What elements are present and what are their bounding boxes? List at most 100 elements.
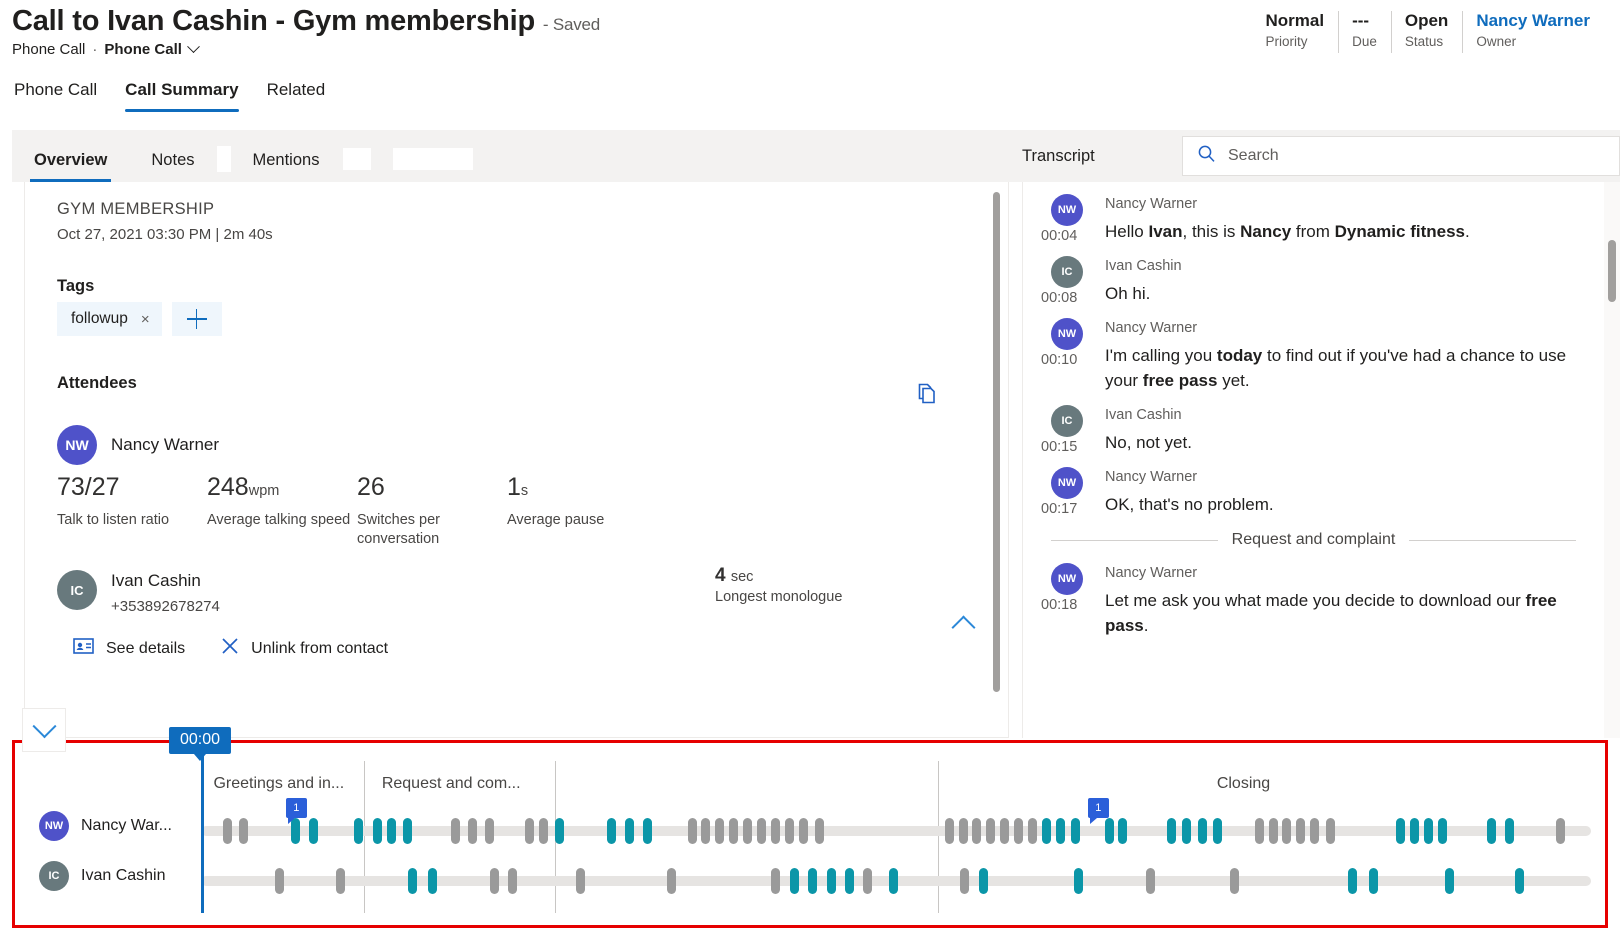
transcript-label: Transcript xyxy=(1022,147,1182,166)
stat-label: Talk to listen ratio xyxy=(57,511,207,530)
owner-label: Owner xyxy=(1476,32,1590,51)
transcript-speaker: Nancy Warner xyxy=(1105,467,1576,487)
attendees-heading: Attendees xyxy=(57,374,137,393)
transcript-entry[interactable]: NW00:10Nancy WarnerI'm calling you today… xyxy=(1023,306,1620,393)
transcript-speaker: Ivan Cashin xyxy=(1105,256,1576,276)
timeline-tick xyxy=(845,868,854,894)
timeline-tick xyxy=(451,818,460,844)
timeline-speaker-label: Ivan Cashin xyxy=(81,867,166,885)
timeline-tick xyxy=(539,818,548,844)
transcript-highlight: Dynamic fitness xyxy=(1335,222,1465,241)
priority-label: Priority xyxy=(1266,32,1325,51)
transcript-text: OK, that's no problem. xyxy=(1105,492,1576,517)
longest-monologue-stat: 4 sec Longest monologue xyxy=(715,564,842,605)
timeline-tick xyxy=(771,868,780,894)
transcript-entry[interactable]: NW00:17Nancy WarnerOK, that's no problem… xyxy=(1023,455,1620,517)
stat-unit: wpm xyxy=(249,483,280,499)
timeline-tick xyxy=(1118,818,1127,844)
avatar: IC xyxy=(39,861,69,891)
transcript-entry[interactable]: NW00:04Nancy WarnerHello Ivan, this is N… xyxy=(1023,182,1620,244)
close-icon[interactable]: × xyxy=(141,312,150,327)
timeline-tick xyxy=(403,818,412,844)
call-datetime-duration: Oct 27, 2021 03:30 PM | 2m 40s xyxy=(57,226,273,243)
chevron-down-icon xyxy=(32,714,56,738)
stat-label: Average pause xyxy=(507,511,657,530)
timeline-tick xyxy=(373,818,382,844)
tags-heading: Tags xyxy=(57,277,94,296)
timeline-track[interactable] xyxy=(201,826,1591,836)
stat-switches-per-conversation: 26 Switches per conversation xyxy=(357,472,507,549)
timeline-playhead[interactable]: 00:00 xyxy=(201,755,204,913)
timeline-tick xyxy=(1310,818,1319,844)
overview-pane: Overview Notes Mentions GYM MEMBERSHIP O… xyxy=(12,130,1022,738)
redaction-box-1 xyxy=(217,146,231,172)
timeline-tick xyxy=(1424,818,1433,844)
timeline-speaker-ivan-cashin: IC Ivan Cashin xyxy=(39,861,166,891)
status-value: Open xyxy=(1405,9,1448,32)
tab-mentions[interactable]: Mentions xyxy=(231,151,342,182)
primary-tab-label: Related xyxy=(267,80,326,99)
avatar: NW xyxy=(1051,318,1083,350)
tab-notes[interactable]: Notes xyxy=(129,151,216,182)
timeline-tick xyxy=(1014,818,1023,844)
transcript-entry[interactable]: IC00:08Ivan CashinOh hi. xyxy=(1023,244,1620,306)
transcript-speaker: Nancy Warner xyxy=(1105,318,1576,338)
timeline-collapse-button[interactable] xyxy=(22,708,66,752)
transcript-plain: OK, that's no problem. xyxy=(1105,495,1274,514)
timeline-tick xyxy=(1515,868,1524,894)
timeline-segment-label: Closing xyxy=(1217,775,1270,793)
stat-value: 26 xyxy=(357,473,385,501)
overview-scrollbar-thumb[interactable] xyxy=(993,192,1000,692)
timeline-tick xyxy=(428,868,437,894)
timeline-tick xyxy=(1410,818,1419,844)
timeline-playhead-time: 00:00 xyxy=(169,727,231,754)
transcript-plain: No, not yet. xyxy=(1105,433,1192,452)
stat-value: 1 xyxy=(507,473,521,501)
transcript-scrollbar-track[interactable] xyxy=(1604,182,1620,738)
chevron-down-icon[interactable] xyxy=(187,40,200,53)
tag-chip[interactable]: followup × xyxy=(57,302,162,336)
page-title-text: Call to Ivan Cashin - Gym membership xyxy=(12,5,535,37)
timeline-speaker-label: Nancy War... xyxy=(81,817,172,835)
see-details-button[interactable]: See details xyxy=(73,638,185,659)
transcript-plain: from xyxy=(1291,222,1334,241)
timeline-segment-label: Request and com... xyxy=(382,775,521,793)
search-icon xyxy=(1197,144,1216,168)
timeline-tick xyxy=(715,818,724,844)
timeline-mention-badge[interactable]: 1 xyxy=(1088,798,1109,818)
tab-overview[interactable]: Overview xyxy=(12,151,129,182)
transcript-scrollbar-thumb[interactable] xyxy=(1608,240,1616,302)
copy-icon[interactable] xyxy=(915,382,939,411)
transcript-plain: . xyxy=(1465,222,1470,241)
timeline-tick xyxy=(1042,818,1051,844)
add-tag-button[interactable] xyxy=(172,302,222,336)
transcript-entry[interactable]: IC00:15Ivan CashinNo, not yet. xyxy=(1023,393,1620,455)
primary-tab-call-summary[interactable]: Call Summary xyxy=(111,76,252,112)
transcript-plain: Oh hi. xyxy=(1105,284,1150,303)
monologue-value: 4 xyxy=(715,565,726,586)
primary-tab-phone-call[interactable]: Phone Call xyxy=(12,76,111,112)
timeline-tick xyxy=(959,818,968,844)
transcript-timestamp: 00:04 xyxy=(1041,228,1077,244)
timeline-tick xyxy=(863,868,872,894)
see-details-label: See details xyxy=(106,640,185,658)
owner-value[interactable]: Nancy Warner xyxy=(1476,9,1590,32)
collapse-attendee-nancy-icon[interactable] xyxy=(951,615,975,639)
timeline-plot[interactable]: Greetings and in...Request and com...Clo… xyxy=(201,743,1591,925)
timeline-tick xyxy=(790,868,799,894)
stat-label: Switches per conversation xyxy=(357,511,507,549)
search-input[interactable]: Search xyxy=(1182,136,1620,176)
timeline-mention-badge[interactable]: 1 xyxy=(286,798,307,818)
transcript-plain: . xyxy=(1144,616,1149,635)
attendee-name: Nancy Warner xyxy=(111,435,219,455)
transcript-entry[interactable]: NW00:18Nancy WarnerLet me ask you what m… xyxy=(1023,551,1620,638)
timeline-track[interactable] xyxy=(201,876,1591,886)
transcript-text: Oh hi. xyxy=(1105,281,1576,306)
search-placeholder: Search xyxy=(1228,147,1279,165)
overview-subtabs: Overview Notes Mentions xyxy=(12,130,1022,182)
unlink-from-contact-button[interactable]: Unlink from contact xyxy=(221,637,388,660)
timeline-tick xyxy=(1269,818,1278,844)
primary-tab-label: Call Summary xyxy=(125,80,238,99)
primary-tab-related[interactable]: Related xyxy=(253,76,340,112)
divider-label: Request and complaint xyxy=(1232,531,1396,549)
